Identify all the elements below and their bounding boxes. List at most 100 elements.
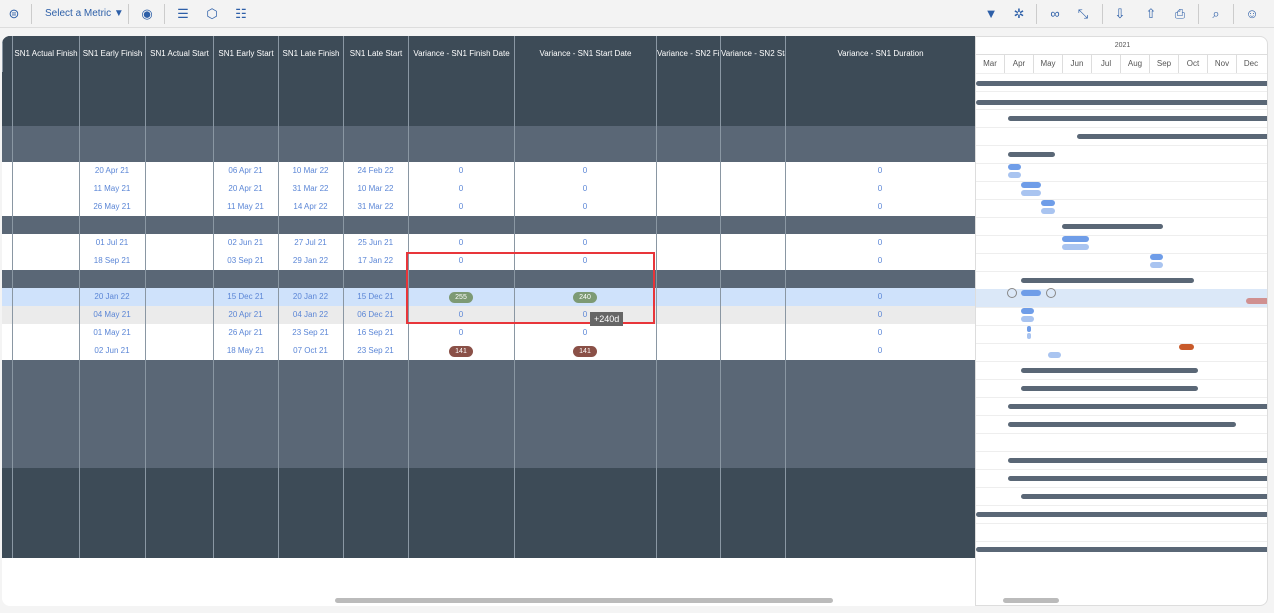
gantt-bar[interactable] [1041, 208, 1055, 214]
cell-late-start[interactable]: 24 Feb 22 [343, 162, 408, 180]
cell-early-finish[interactable]: 20 Apr 21 [79, 162, 145, 180]
cell-late-start[interactable]: 17 Jan 22 [343, 252, 408, 270]
cell-var-start[interactable]: 0 [514, 198, 656, 216]
cube-icon[interactable]: ⬡ [202, 4, 222, 24]
column-header[interactable]: Variance - SN1 Finish Date [408, 36, 514, 72]
gantt-bar[interactable] [1008, 164, 1021, 170]
cell-late-start[interactable]: 25 Jun 21 [343, 234, 408, 252]
import-icon[interactable]: ⇩ [1110, 4, 1130, 24]
group-row[interactable] [2, 126, 975, 162]
cell-early-finish[interactable]: 02 Jun 21 [79, 342, 145, 360]
column-header[interactable]: Variance - SN2 Start [720, 36, 785, 72]
gantt-bar[interactable] [1021, 278, 1194, 283]
group-row[interactable] [2, 360, 975, 468]
cell-late-finish[interactable]: 07 Oct 21 [278, 342, 343, 360]
cell-early-start[interactable]: 18 May 21 [213, 342, 278, 360]
cell-var-duration[interactable]: 0 [785, 252, 975, 270]
cell-early-finish[interactable]: 26 May 21 [79, 198, 145, 216]
cell-late-start[interactable]: 10 Mar 22 [343, 180, 408, 198]
cell-early-start[interactable]: 06 Apr 21 [213, 162, 278, 180]
cell-var-finish[interactable]: 0 [408, 198, 514, 216]
cell-var-duration[interactable]: 0 [785, 342, 975, 360]
cell-var-start[interactable]: 0 [514, 162, 656, 180]
search-icon[interactable]: ⌕ [1206, 4, 1226, 24]
cell-var-finish[interactable]: 141 [408, 342, 514, 360]
gantt-bar[interactable] [1062, 236, 1089, 242]
gantt-bar[interactable] [1048, 352, 1061, 358]
cell-var-duration[interactable]: 0 [785, 198, 975, 216]
cell-late-finish[interactable]: 23 Sep 21 [278, 324, 343, 342]
cell-var-start[interactable]: 0 [514, 234, 656, 252]
cell-late-start[interactable]: 31 Mar 22 [343, 198, 408, 216]
gantt-bar[interactable] [1008, 476, 1267, 481]
gantt-bar[interactable] [1008, 422, 1236, 427]
gantt-scrollbar[interactable] [1003, 598, 1059, 603]
gantt-bar[interactable] [976, 512, 1267, 517]
gantt-bar[interactable] [1021, 368, 1198, 373]
print-icon[interactable]: ⎙ [1170, 4, 1190, 24]
cell-var-duration[interactable]: 0 [785, 234, 975, 252]
cell-var-start[interactable]: 141 [514, 342, 656, 360]
column-header[interactable]: SN1 Early Finish [79, 36, 145, 72]
brain-icon[interactable]: ☺ [1242, 4, 1262, 24]
cell-early-start[interactable]: 02 Jun 21 [213, 234, 278, 252]
filter-icon[interactable]: ▼ [981, 4, 1001, 24]
cell-early-start[interactable]: 20 Apr 21 [213, 306, 278, 324]
gantt-bar[interactable] [1021, 290, 1041, 296]
column-header[interactable]: Variance - SN2 Finish [656, 36, 720, 72]
gantt-bar[interactable] [1021, 182, 1041, 188]
cell-late-start[interactable]: 23 Sep 21 [343, 342, 408, 360]
column-header[interactable]: SN1 Actual Start [145, 36, 213, 72]
cell-var-start[interactable]: 0 [514, 180, 656, 198]
cell-late-start[interactable]: 15 Dec 21 [343, 288, 408, 306]
gantt-bar[interactable] [1008, 152, 1055, 157]
gantt-bar[interactable] [1008, 404, 1267, 409]
gantt-bar[interactable] [1008, 116, 1267, 121]
cell-var-start[interactable]: 0 [514, 324, 656, 342]
cell-late-start[interactable]: 16 Sep 21 [343, 324, 408, 342]
gantt-bar[interactable] [1150, 262, 1163, 268]
gantt-bar[interactable] [1008, 458, 1267, 463]
cell-early-start[interactable]: 20 Apr 21 [213, 180, 278, 198]
cell-late-finish[interactable]: 14 Apr 22 [278, 198, 343, 216]
gantt-bar[interactable] [1008, 172, 1021, 178]
cell-early-start[interactable]: 11 May 21 [213, 198, 278, 216]
cell-early-start[interactable]: 03 Sep 21 [213, 252, 278, 270]
cell-early-finish[interactable]: 04 May 21 [79, 306, 145, 324]
cell-var-duration[interactable]: 0 [785, 306, 975, 324]
export-icon[interactable]: ⇧ [1141, 4, 1161, 24]
cell-late-finish[interactable]: 04 Jan 22 [278, 306, 343, 324]
cell-early-finish[interactable]: 18 Sep 21 [79, 252, 145, 270]
group-row[interactable] [2, 468, 975, 558]
cell-early-start[interactable]: 15 Dec 21 [213, 288, 278, 306]
collapse-icon[interactable]: ⤡ [1073, 4, 1093, 24]
gantt-bar[interactable] [1021, 308, 1034, 314]
cell-late-start[interactable]: 06 Dec 21 [343, 306, 408, 324]
group-row[interactable] [2, 216, 975, 234]
cell-var-finish[interactable]: 0 [408, 162, 514, 180]
column-header[interactable]: Variance - SN1 Duration [785, 36, 975, 72]
select-metric-dropdown[interactable]: Select a Metric ▼ [45, 4, 124, 24]
cell-early-finish[interactable]: 01 May 21 [79, 324, 145, 342]
gantt-bar[interactable] [1246, 298, 1267, 304]
gantt-bar[interactable] [1021, 386, 1198, 391]
cell-early-finish[interactable]: 01 Jul 21 [79, 234, 145, 252]
gantt-bar[interactable] [1179, 344, 1194, 350]
cell-late-finish[interactable]: 27 Jul 21 [278, 234, 343, 252]
horizontal-scrollbar[interactable] [335, 598, 833, 603]
eye-icon[interactable]: ◉ [137, 4, 157, 24]
gantt-bar[interactable] [1041, 200, 1055, 206]
gantt-bar[interactable] [1150, 254, 1163, 260]
cell-late-finish[interactable]: 20 Jan 22 [278, 288, 343, 306]
group-row[interactable] [2, 72, 975, 126]
cell-var-duration[interactable]: 0 [785, 162, 975, 180]
gantt-bar[interactable] [1062, 224, 1163, 229]
link-handle-icon[interactable] [1007, 288, 1017, 298]
gantt-bar[interactable] [1021, 190, 1041, 196]
cell-var-duration[interactable]: 0 [785, 324, 975, 342]
gantt-bar[interactable] [1062, 244, 1089, 250]
menu-icon[interactable]: ⊜ [4, 4, 24, 24]
gantt-bar[interactable] [976, 81, 1267, 86]
column-header[interactable]: SN1 Late Finish [278, 36, 343, 72]
gantt-bar[interactable] [1077, 134, 1267, 139]
